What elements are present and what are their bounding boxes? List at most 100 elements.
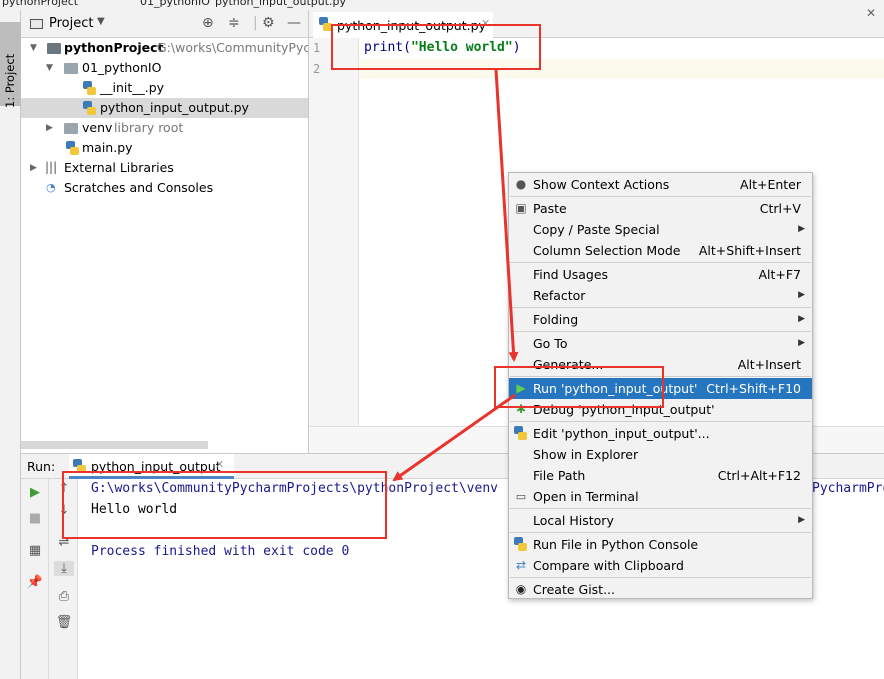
menu-item-run-in-python-console[interactable]: Run File in Python Console [509, 534, 812, 555]
project-tool-tab-label: 1: Project [3, 53, 17, 108]
tree-item-label: pythonProject [64, 40, 164, 55]
run-toolbar-primary: ▶ ■ ▦ 📌 [21, 479, 49, 679]
menu-item-compare-with-clipboard[interactable]: ⇄ Compare with Clipboard [509, 555, 812, 576]
tree-item-file-selected[interactable]: python_input_output.py [21, 98, 309, 118]
menu-item-edit-configuration[interactable]: Edit 'python_input_output'... [509, 423, 812, 444]
line-number: 2 [313, 62, 321, 76]
project-panel-title[interactable]: Project [49, 16, 93, 31]
menu-separator [510, 532, 811, 533]
terminal-icon: ▭ [515, 490, 527, 503]
tree-item-scratches[interactable]: ◔ Scratches and Consoles [21, 178, 309, 198]
menu-item-create-gist[interactable]: ◉ Create Gist... [509, 579, 812, 600]
close-icon[interactable]: ✕ [215, 458, 224, 471]
menu-item-label: Show Context Actions [533, 177, 670, 192]
pin-icon[interactable]: 📌 [25, 575, 45, 590]
tree-item-annotation: library root [114, 120, 184, 135]
annotation-box-code [331, 24, 541, 70]
stop-icon[interactable]: ■ [25, 511, 45, 526]
project-horizontal-scrollbar[interactable] [21, 441, 208, 449]
menu-separator [510, 421, 811, 422]
menu-item-label: File Path [533, 468, 586, 483]
menu-separator [510, 307, 811, 308]
scroll-to-end-icon[interactable]: ⤓ [54, 561, 74, 576]
project-folder-icon [30, 19, 43, 29]
tree-item-path: G:\works\CommunityPycha [157, 40, 326, 55]
annotation-box-run [494, 366, 664, 408]
menu-item-show-context-actions[interactable]: ● Show Context Actions Alt+Enter [509, 174, 812, 195]
menu-item-show-in-explorer[interactable]: Show in Explorer [509, 444, 812, 465]
tree-item-label: python_input_output.py [100, 100, 249, 115]
close-icon[interactable]: ✕ [866, 6, 876, 20]
menu-separator [510, 262, 811, 263]
chevron-down-icon[interactable]: ▼ [46, 58, 53, 78]
menu-item-label: Copy / Paste Special [533, 222, 660, 237]
menu-item-copy-paste-special[interactable]: Copy / Paste Special ▶ [509, 219, 812, 240]
submenu-arrow-icon: ▶ [798, 314, 805, 324]
separator: | [253, 15, 258, 31]
print-icon[interactable]: ⎙ [54, 589, 74, 604]
folder-icon [64, 63, 78, 74]
tree-item-label: venv [82, 120, 113, 135]
menu-item-label: Compare with Clipboard [533, 558, 684, 573]
menu-separator [510, 196, 811, 197]
breadcrumb-file[interactable]: python_input_output.py [215, 0, 346, 8]
project-tree: ▼ pythonProject G:\works\CommunityPycha … [21, 38, 326, 438]
menu-item-shortcut: Alt+Enter [740, 177, 801, 192]
menu-item-file-path[interactable]: File Path Ctrl+Alt+F12 [509, 465, 812, 486]
chevron-down-icon[interactable]: ▼ [97, 16, 105, 27]
menu-item-shortcut: Alt+Insert [737, 357, 801, 372]
menu-item-label: Paste [533, 201, 567, 216]
chevron-right-icon[interactable]: ▶ [30, 158, 37, 178]
console-path-tail: PycharmPro [812, 481, 884, 496]
menu-item-label: Create Gist... [533, 582, 616, 597]
menu-item-refactor[interactable]: Refactor ▶ [509, 285, 812, 306]
python-file-icon [83, 81, 96, 95]
clipboard-icon: ▣ [515, 201, 527, 215]
tree-item-label: Scratches and Consoles [64, 180, 214, 195]
menu-item-label: Go To [533, 336, 568, 351]
breadcrumb-project[interactable]: pythonProject [2, 0, 78, 8]
layout-icon[interactable]: ▦ [25, 543, 45, 558]
minimize-icon[interactable]: — [287, 15, 301, 31]
menu-separator [510, 508, 811, 509]
collapse-all-icon[interactable]: ≑ [228, 15, 240, 31]
tree-item-label: External Libraries [64, 160, 174, 175]
menu-item-open-in-terminal[interactable]: ▭ Open in Terminal [509, 486, 812, 507]
github-icon: ◉ [515, 582, 527, 596]
trash-icon[interactable]: 🗑 [54, 615, 74, 630]
python-icon [514, 537, 527, 551]
tree-item-file[interactable]: __init__.py [21, 78, 309, 98]
python-icon [514, 426, 527, 440]
locate-icon[interactable]: ⊕ [202, 15, 214, 31]
menu-item-find-usages[interactable]: Find Usages Alt+F7 [509, 264, 812, 285]
python-file-icon [83, 101, 96, 115]
chevron-right-icon[interactable]: ▶ [46, 118, 53, 138]
tree-item-folder[interactable]: ▼ 01_pythonIO [21, 58, 309, 78]
tree-item-libraries[interactable]: ▶ ||| External Libraries [21, 158, 309, 178]
chevron-down-icon[interactable]: ▼ [30, 38, 37, 58]
project-tool-tab[interactable]: 1: Project [0, 22, 21, 108]
tree-item-folder[interactable]: ▶ venv library root [21, 118, 309, 138]
menu-item-column-selection-mode[interactable]: Column Selection Mode Alt+Shift+Insert [509, 240, 812, 261]
menu-item-label: Folding [533, 312, 579, 327]
tree-item-project-root[interactable]: ▼ pythonProject G:\works\CommunityPycha [21, 38, 326, 58]
menu-item-label: Local History [533, 513, 614, 528]
menu-separator [510, 331, 811, 332]
gear-icon[interactable]: ⚙ [262, 15, 275, 31]
menu-item-paste[interactable]: ▣ Paste Ctrl+V [509, 198, 812, 219]
menu-item-shortcut: Ctrl+V [759, 201, 801, 216]
rerun-icon[interactable]: ▶ [25, 485, 45, 500]
editor-gutter[interactable]: 1 2 [309, 38, 359, 426]
breadcrumb-folder[interactable]: 01_pythonIO [140, 0, 210, 8]
menu-item-label: Edit 'python_input_output'... [533, 426, 710, 441]
submenu-arrow-icon: ▶ [798, 515, 805, 525]
menu-item-label: Column Selection Mode [533, 243, 681, 258]
menu-item-local-history[interactable]: Local History ▶ [509, 510, 812, 531]
menu-item-label: Run File in Python Console [533, 537, 699, 552]
menu-item-shortcut: Alt+F7 [758, 267, 801, 282]
menu-item-folding[interactable]: Folding ▶ [509, 309, 812, 330]
tree-item-file[interactable]: main.py [21, 138, 309, 158]
menu-item-go-to[interactable]: Go To ▶ [509, 333, 812, 354]
submenu-arrow-icon: ▶ [798, 290, 805, 300]
libraries-icon: ||| [45, 160, 58, 174]
